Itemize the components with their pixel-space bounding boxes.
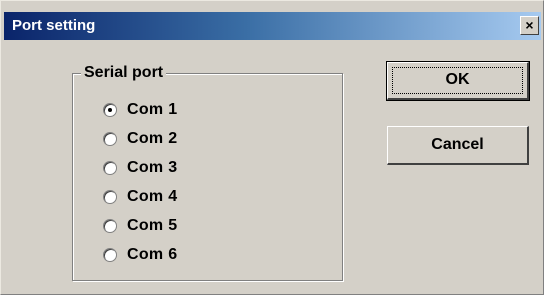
radio-com5[interactable]: Com 5 (103, 215, 177, 237)
cancel-button-label: Cancel (431, 136, 484, 153)
close-button[interactable]: × (520, 16, 539, 35)
radio-com4[interactable]: Com 4 (103, 186, 177, 208)
radio-button[interactable] (103, 219, 117, 233)
title-bar[interactable]: Port setting × (4, 12, 541, 40)
radio-button[interactable] (103, 132, 117, 146)
radio-button[interactable] (103, 190, 117, 204)
radio-label: Com 4 (127, 188, 178, 205)
radio-selected-dot (108, 108, 112, 112)
ok-button[interactable]: OK (386, 61, 530, 101)
window-title: Port setting (12, 17, 96, 34)
close-icon: × (525, 17, 534, 33)
radio-com2[interactable]: Com 2 (103, 128, 177, 150)
ok-button-label: OK (445, 71, 470, 88)
radio-label: Com 1 (127, 101, 178, 118)
radio-label: Com 5 (127, 217, 178, 234)
port-setting-dialog: Port setting × Serial port Com 1 Com 2 C… (0, 0, 544, 295)
radio-button[interactable] (103, 248, 117, 262)
radio-button[interactable] (103, 103, 117, 117)
radio-com1[interactable]: Com 1 (103, 99, 177, 121)
radio-label: Com 2 (127, 130, 178, 147)
radio-label: Com 3 (127, 159, 178, 176)
radio-com3[interactable]: Com 3 (103, 157, 177, 179)
radio-com6[interactable]: Com 6 (103, 244, 177, 266)
radio-button[interactable] (103, 161, 117, 175)
cancel-button[interactable]: Cancel (387, 126, 529, 165)
serial-port-group: Serial port Com 1 Com 2 Com 3 Com 4 Com … (72, 63, 343, 281)
radio-label: Com 6 (127, 246, 178, 263)
group-label: Serial port (81, 63, 167, 83)
